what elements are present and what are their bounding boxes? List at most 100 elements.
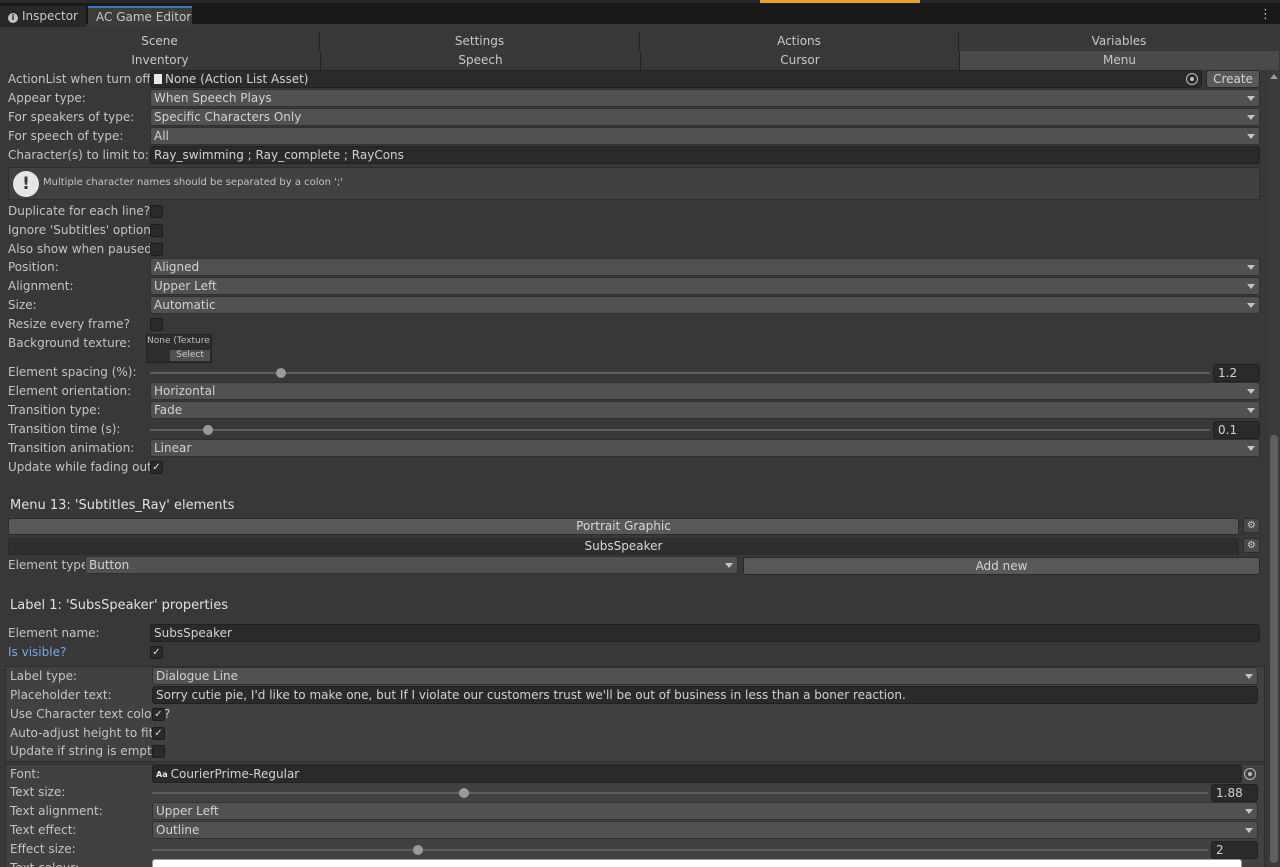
is-visible-row: Is visible? ✓ — [0, 643, 1280, 662]
tab-ac-game-editor[interactable]: AC Game Editor — [88, 6, 192, 27]
update-fading-row: Update while fading out? ✓ — [0, 458, 1280, 477]
help-box: ! Multiple character names should be sep… — [8, 167, 1260, 200]
actionlist-label: ActionList when turn off: — [8, 72, 155, 86]
spacing-slider-knob[interactable] — [276, 368, 286, 378]
nav-settings[interactable]: Settings — [320, 32, 640, 51]
text-size-input[interactable]: 1.88 — [1211, 784, 1258, 802]
scrollbar-thumb[interactable] — [1270, 435, 1278, 863]
nav-menu[interactable]: Menu — [960, 51, 1279, 70]
spacing-slider-track[interactable] — [150, 372, 1210, 374]
vertical-scrollbar[interactable] — [1268, 70, 1280, 867]
gear-icon[interactable]: ⚙ — [1243, 538, 1260, 553]
is-visible-checkbox[interactable]: ✓ — [150, 646, 163, 659]
font-label: Font: — [10, 767, 41, 781]
update-empty-checkbox[interactable] — [152, 745, 165, 758]
position-label: Position: — [8, 260, 59, 274]
speech-type-dropdown[interactable]: All — [150, 127, 1260, 145]
gear-icon[interactable]: ⚙ — [1243, 518, 1260, 533]
scroll-up-icon[interactable] — [1270, 74, 1278, 79]
actionlist-field[interactable]: None (Action List Asset) — [150, 70, 1202, 88]
nav-actions[interactable]: Actions — [640, 32, 959, 51]
transition-type-label: Transition type: — [8, 403, 101, 417]
transition-time-slider-track[interactable] — [150, 429, 1210, 431]
play-mode-accent — [760, 0, 920, 3]
placeholder-row: Placeholder text: Sorry cutie pie, I'd l… — [0, 686, 1280, 705]
ignore-subtitles-checkbox[interactable] — [150, 224, 163, 237]
text-size-slider-knob[interactable] — [459, 788, 469, 798]
dropdown-arrow-icon — [1245, 809, 1253, 814]
nav-speech[interactable]: Speech — [321, 51, 641, 70]
element-item-portrait-graphic[interactable]: Portrait Graphic — [8, 518, 1239, 535]
dropdown-arrow-icon — [1247, 303, 1255, 308]
transition-anim-label: Transition animation: — [8, 441, 135, 455]
text-align-value: Upper Left — [156, 804, 219, 818]
dropdown-arrow-icon — [1245, 828, 1253, 833]
appear-type-dropdown[interactable]: When Speech Plays — [150, 89, 1260, 107]
nav-variables[interactable]: Variables — [959, 32, 1279, 51]
nav-cursor[interactable]: Cursor — [641, 51, 960, 70]
element-type-label: Element type: — [8, 558, 93, 572]
effect-size-input[interactable]: 2 — [1211, 841, 1258, 859]
char-colour-checkbox[interactable]: ✓ — [152, 708, 165, 721]
duplicate-checkbox[interactable] — [150, 205, 163, 218]
transition-time-input[interactable]: 0.1 — [1213, 421, 1260, 439]
transition-anim-row: Transition animation: Linear — [0, 439, 1280, 458]
appear-type-label: Appear type: — [8, 91, 86, 105]
alignment-dropdown[interactable]: Upper Left — [150, 277, 1260, 295]
bg-texture-select-button[interactable]: Select — [170, 350, 210, 361]
actionlist-row: ActionList when turn off: None (Action L… — [0, 70, 1280, 89]
appear-type-value: When Speech Plays — [154, 91, 272, 105]
orientation-value: Horizontal — [154, 384, 216, 398]
object-picker-icon[interactable] — [1244, 768, 1256, 780]
element-item-subsspeaker[interactable]: SubsSpeaker — [8, 538, 1239, 555]
placeholder-input[interactable]: Sorry cutie pie, I'd like to make one, b… — [152, 686, 1258, 704]
dropdown-arrow-icon — [1247, 115, 1255, 120]
nav-scene[interactable]: Scene — [0, 32, 320, 51]
auto-height-checkbox[interactable]: ✓ — [152, 727, 165, 740]
asset-file-icon — [154, 74, 162, 84]
text-size-row: Text size: 1.88 — [0, 783, 1280, 802]
speakers-value: Specific Characters Only — [154, 110, 302, 124]
text-align-dropdown[interactable]: Upper Left — [152, 802, 1258, 820]
info-icon: i — [8, 13, 18, 23]
transition-anim-dropdown[interactable]: Linear — [150, 439, 1260, 457]
effect-size-slider-track[interactable] — [152, 849, 1208, 851]
text-align-row: Text alignment: Upper Left — [0, 802, 1280, 821]
spacing-input[interactable]: 1.2 — [1213, 364, 1260, 382]
position-dropdown[interactable]: Aligned — [150, 258, 1260, 276]
size-dropdown[interactable]: Automatic — [150, 296, 1260, 314]
text-effect-label: Text effect: — [10, 823, 77, 837]
characters-input[interactable]: Ray_swimming ; Ray_complete ; RayCons — [150, 146, 1260, 164]
tab-inspector[interactable]: i Inspector — [0, 6, 86, 27]
element-name-input[interactable]: SubsSpeaker — [150, 624, 1260, 642]
help-message: Multiple character names should be separ… — [43, 177, 344, 188]
text-size-slider-track[interactable] — [152, 792, 1208, 794]
font-field[interactable]: Aa CourierPrime-Regular — [152, 765, 1242, 783]
speakers-dropdown[interactable]: Specific Characters Only — [150, 108, 1260, 126]
size-label: Size: — [8, 298, 37, 312]
effect-size-slider-knob[interactable] — [413, 845, 423, 855]
label-type-dropdown[interactable]: Dialogue Line — [152, 667, 1258, 685]
more-options-icon[interactable]: ⋮ — [1259, 8, 1272, 22]
element-name-label: Element name: — [8, 626, 100, 640]
create-button[interactable]: Create — [1206, 70, 1260, 88]
characters-row: Character(s) to limit to: Ray_swimming ;… — [0, 146, 1280, 165]
tab-ac-game-editor-label: AC Game Editor — [96, 10, 192, 24]
bg-texture-field[interactable]: None (Texture Select — [146, 334, 212, 363]
resize-checkbox[interactable] — [150, 318, 163, 331]
object-picker-icon[interactable] — [1186, 73, 1198, 85]
update-fading-checkbox[interactable]: ✓ — [150, 461, 163, 474]
ignore-subtitles-row: Ignore 'Subtitles' option? — [0, 221, 1280, 240]
text-colour-row: Text colour: — [0, 859, 1280, 867]
element-type-dropdown[interactable]: Button — [85, 556, 738, 574]
transition-time-slider-knob[interactable] — [203, 425, 213, 435]
position-row: Position: Aligned — [0, 258, 1280, 277]
transition-type-dropdown[interactable]: Fade — [150, 401, 1260, 419]
show-paused-checkbox[interactable] — [150, 243, 163, 256]
orientation-dropdown[interactable]: Horizontal — [150, 382, 1260, 400]
text-effect-dropdown[interactable]: Outline — [152, 821, 1258, 839]
add-new-button[interactable]: Add new — [743, 557, 1260, 575]
text-colour-swatch[interactable] — [152, 859, 1242, 867]
nav-inventory[interactable]: Inventory — [0, 51, 321, 70]
text-colour-label: Text colour: — [10, 859, 79, 867]
